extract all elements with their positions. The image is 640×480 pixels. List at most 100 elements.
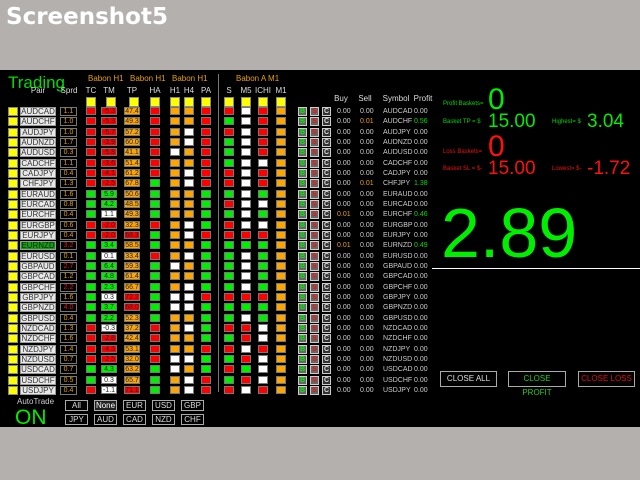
filter-button-cad[interactable]: CAD [123,414,146,425]
pair-button[interactable]: NZDUSD [20,355,56,364]
buy-button[interactable]: B [298,107,307,116]
pair-button[interactable]: USDCAD [20,365,56,374]
column-toggle-box[interactable] [224,97,234,107]
close-pair-button[interactable]: C [322,159,331,168]
sell-button[interactable]: S [310,200,319,209]
row-select-box[interactable] [8,252,18,261]
pair-button[interactable]: CADCHF [20,159,56,168]
column-toggle-box[interactable] [258,97,268,107]
sell-button[interactable]: S [310,169,319,178]
pair-button[interactable]: EURCAD [20,200,56,209]
sell-button[interactable]: S [310,303,319,312]
close-pair-button[interactable]: C [322,148,331,157]
pair-button[interactable]: AUDJPY [20,128,56,137]
autotrade-toggle[interactable]: ON [15,407,47,428]
column-toggle-box[interactable] [106,97,116,107]
buy-button[interactable]: B [298,365,307,374]
buy-button[interactable]: B [298,179,307,188]
sell-button[interactable]: S [310,314,319,323]
buy-button[interactable]: B [298,200,307,209]
sell-button[interactable]: S [310,262,319,271]
buy-button[interactable]: B [298,221,307,230]
buy-button[interactable]: B [298,169,307,178]
buy-button[interactable]: B [298,148,307,157]
close-pair-button[interactable]: C [322,241,331,250]
pair-button[interactable]: CADJPY [20,169,56,178]
buy-button[interactable]: B [298,355,307,364]
pair-button[interactable]: NZDCHF [20,334,56,343]
pair-button[interactable]: EURGBP [20,221,56,230]
sell-button[interactable]: S [310,128,319,137]
filter-button-none[interactable]: None [94,400,117,411]
pair-button[interactable]: USDJPY [20,386,56,395]
close-pair-button[interactable]: C [322,324,331,333]
pair-button[interactable]: EURAUD [20,190,56,199]
close-pair-button[interactable]: C [322,303,331,312]
sell-button[interactable]: S [310,293,319,302]
pair-button[interactable]: GBPAUD [20,262,56,271]
sell-button[interactable]: S [310,107,319,116]
pair-button[interactable]: EURJPY [20,231,56,240]
row-select-box[interactable] [8,376,18,385]
row-select-box[interactable] [8,148,18,157]
sell-button[interactable]: S [310,345,319,354]
sell-button[interactable]: S [310,241,319,250]
close-pair-button[interactable]: C [322,272,331,281]
pair-button[interactable]: AUDCAD [20,107,56,116]
pair-button[interactable]: USDCHF [20,376,56,385]
column-toggle-box[interactable] [276,97,286,107]
buy-button[interactable]: B [298,241,307,250]
pair-button[interactable]: AUDUSD [20,148,56,157]
close-pair-button[interactable]: C [322,179,331,188]
sell-button[interactable]: S [310,272,319,281]
buy-button[interactable]: B [298,128,307,137]
close-pair-button[interactable]: C [322,376,331,385]
buy-button[interactable]: B [298,376,307,385]
sell-button[interactable]: S [310,231,319,240]
buy-button[interactable]: B [298,262,307,271]
close-pair-button[interactable]: C [322,355,331,364]
filter-button-nzd[interactable]: NZD [152,414,175,425]
row-select-box[interactable] [8,293,18,302]
pair-button[interactable]: NZDJPY [20,345,56,354]
pair-button[interactable]: CHFJPY [20,179,56,188]
row-select-box[interactable] [8,190,18,199]
pair-button[interactable]: AUDNZD [20,138,56,147]
close-pair-button[interactable]: C [322,210,331,219]
sell-button[interactable]: S [310,179,319,188]
close-pair-button[interactable]: C [322,262,331,271]
buy-button[interactable]: B [298,190,307,199]
buy-button[interactable]: B [298,117,307,126]
close-pair-button[interactable]: C [322,107,331,116]
filter-button-all[interactable]: All [65,400,88,411]
pair-button[interactable]: GBPNZD [20,303,56,312]
row-select-box[interactable] [8,365,18,374]
pair-button[interactable]: EURNZD [20,241,56,250]
buy-button[interactable]: B [298,293,307,302]
close-pair-button[interactable]: C [322,190,331,199]
sell-button[interactable]: S [310,283,319,292]
sell-button[interactable]: S [310,376,319,385]
row-select-box[interactable] [8,386,18,395]
column-toggle-box[interactable] [86,97,96,107]
sell-button[interactable]: S [310,324,319,333]
pair-button[interactable]: AUDCHF [20,117,56,126]
sell-button[interactable]: S [310,190,319,199]
sell-button[interactable]: S [310,159,319,168]
filter-button-eur[interactable]: EUR [123,400,146,411]
pair-button[interactable]: NZDCAD [20,324,56,333]
close-pair-button[interactable]: C [322,117,331,126]
close-pair-button[interactable]: C [322,386,331,395]
close-pair-button[interactable]: C [322,252,331,261]
buy-button[interactable]: B [298,252,307,261]
column-toggle-box[interactable] [150,97,160,107]
column-toggle-box[interactable] [184,97,194,107]
row-select-box[interactable] [8,117,18,126]
pair-button[interactable]: EURUSD [20,252,56,261]
close-pair-button[interactable]: C [322,314,331,323]
buy-button[interactable]: B [298,159,307,168]
row-select-box[interactable] [8,179,18,188]
row-select-box[interactable] [8,272,18,281]
sell-button[interactable]: S [310,386,319,395]
buy-button[interactable]: B [298,324,307,333]
